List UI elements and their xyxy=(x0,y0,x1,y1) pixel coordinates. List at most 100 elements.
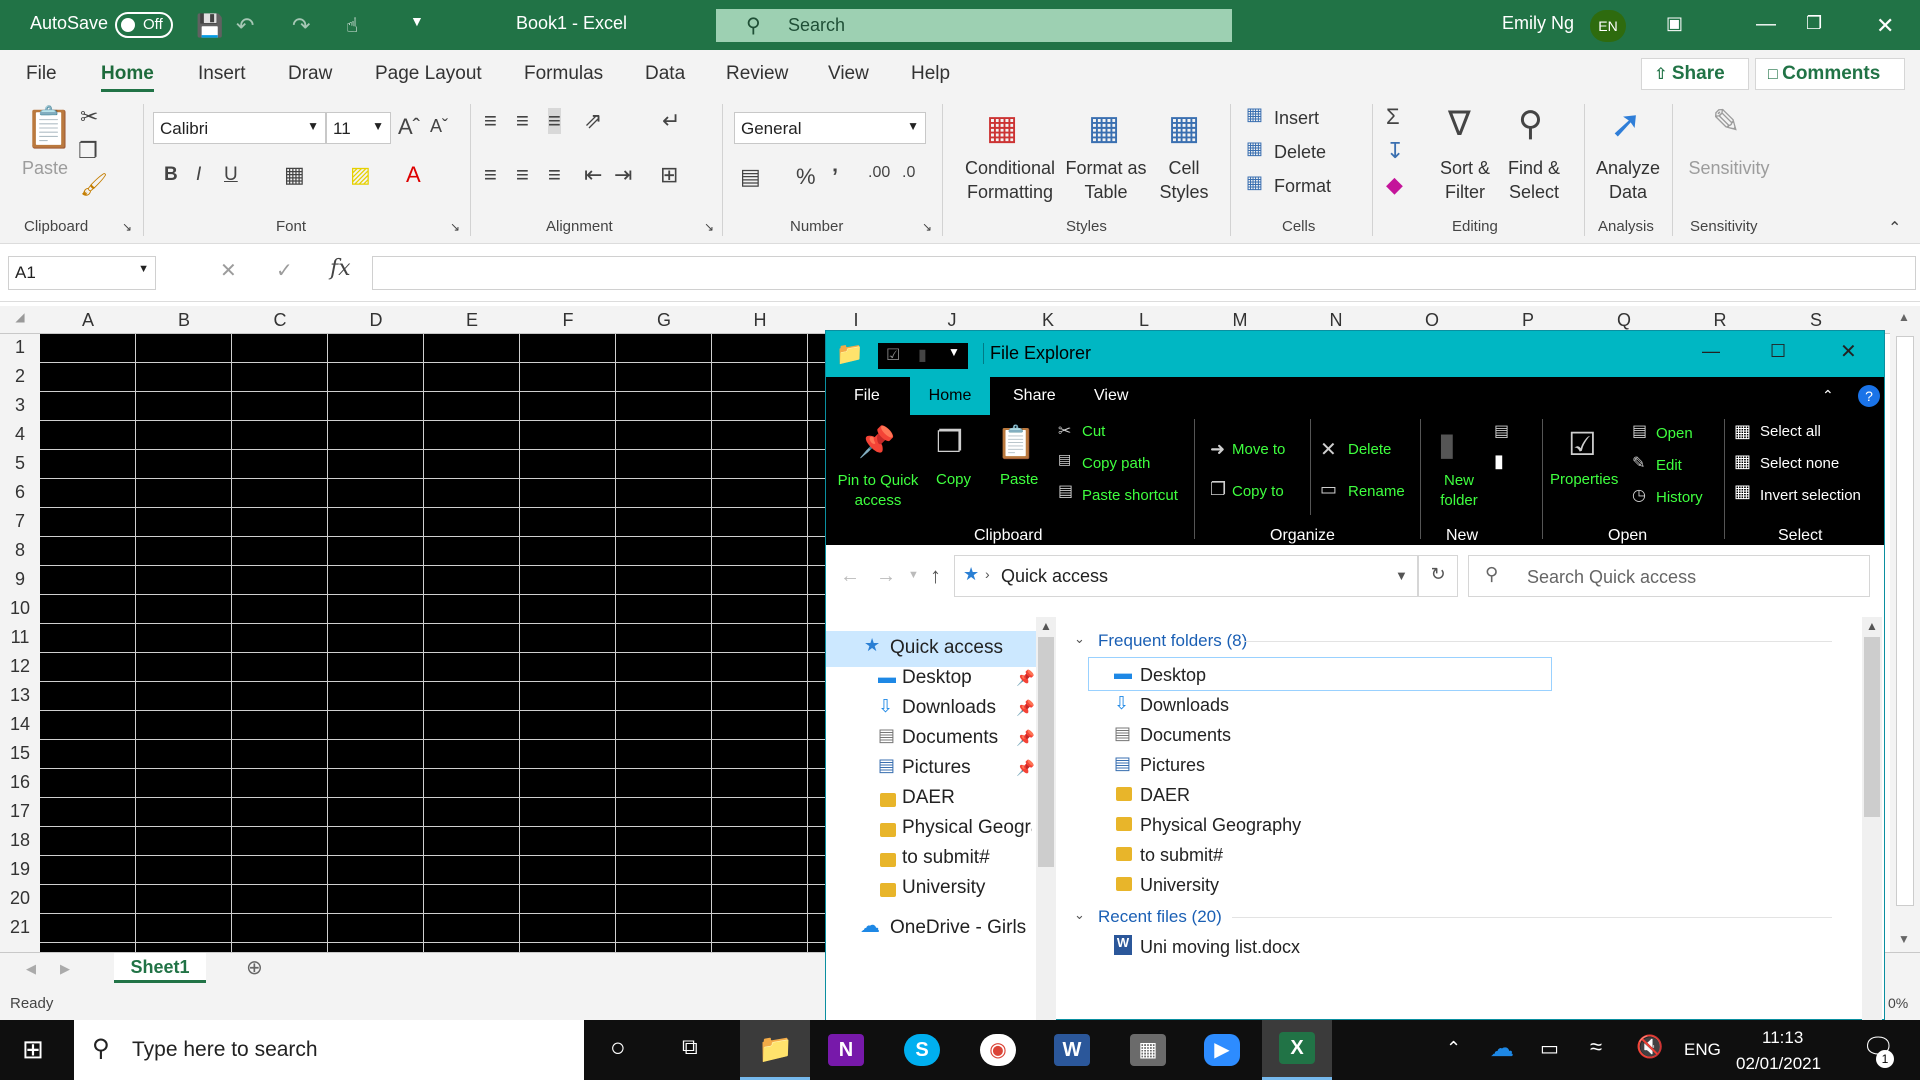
customize-qat-icon[interactable]: ▼ xyxy=(410,13,424,29)
comments-button[interactable]: □ Comments xyxy=(1755,58,1905,90)
tab-review[interactable]: Review xyxy=(726,63,788,85)
touch-mode-icon[interactable]: ☝ xyxy=(346,13,358,38)
copy-path-button[interactable]: Copy path xyxy=(1082,455,1150,472)
row-header[interactable]: 19 xyxy=(0,859,40,880)
rename-icon[interactable]: ▭ xyxy=(1320,479,1337,500)
align-right-icon[interactable]: ≡ xyxy=(548,162,561,188)
copy-path-icon[interactable]: ▤ xyxy=(1058,451,1071,468)
decrease-decimal-icon[interactable]: .0 xyxy=(902,164,915,182)
new-folder-button[interactable]: New folder xyxy=(1426,471,1492,511)
folder-item[interactable]: Downloads xyxy=(1140,695,1229,716)
row-header[interactable]: 13 xyxy=(0,685,40,706)
tab-view[interactable]: View xyxy=(828,63,869,85)
share-button[interactable]: ⇧ Share xyxy=(1641,58,1749,90)
decrease-indent-icon[interactable]: ⇤ xyxy=(584,162,602,188)
cut-button[interactable]: Cut xyxy=(1082,423,1105,440)
invert-selection-icon[interactable]: ▦ xyxy=(1734,481,1751,502)
forward-icon[interactable]: → xyxy=(876,565,896,588)
tab-home[interactable]: Home xyxy=(101,63,154,92)
up-icon[interactable]: ↑ xyxy=(930,563,941,589)
tab-file[interactable]: File xyxy=(26,63,57,85)
increase-decimal-icon[interactable]: .00 xyxy=(868,164,890,182)
maximize-icon[interactable]: ☐ xyxy=(1770,341,1786,362)
move-to-button[interactable]: Move to xyxy=(1232,441,1285,458)
italic-icon[interactable]: I xyxy=(196,164,201,186)
autosum-icon[interactable]: Σ xyxy=(1386,104,1400,130)
nav-quick-access[interactable]: Quick access xyxy=(890,637,1003,659)
row-header[interactable]: 1 xyxy=(0,337,40,358)
redo-icon[interactable]: ↷ xyxy=(292,13,310,39)
cortana-icon[interactable]: ○ xyxy=(610,1032,626,1063)
easy-access-icon[interactable]: ▮ xyxy=(1494,451,1504,472)
tab-formulas[interactable]: Formulas xyxy=(524,63,603,85)
cut-icon[interactable]: ✂ xyxy=(80,104,98,130)
analyze-data-icon[interactable]: ➚ xyxy=(1610,102,1642,147)
scroll-right-icon[interactable]: ▶ xyxy=(60,961,70,977)
top-align-icon[interactable]: ≡ xyxy=(484,108,497,134)
format-as-table-button[interactable]: Format as Table xyxy=(1064,156,1148,204)
onenote-icon[interactable]: N xyxy=(828,1034,864,1066)
formula-input[interactable] xyxy=(372,256,1916,290)
close-icon[interactable]: ✕ xyxy=(1840,339,1857,364)
column-header[interactable]: G xyxy=(616,310,712,331)
percent-icon[interactable]: % xyxy=(796,164,816,190)
scroll-up-icon[interactable]: ▲ xyxy=(1898,310,1910,324)
row-header[interactable]: 17 xyxy=(0,801,40,822)
cell-styles-icon[interactable]: ▦ xyxy=(1168,108,1200,148)
column-header[interactable]: H xyxy=(712,310,808,331)
skype-icon[interactable]: S xyxy=(904,1034,940,1066)
folder-item[interactable]: Pictures xyxy=(1140,755,1205,776)
tab-view[interactable]: View xyxy=(1094,387,1128,405)
content-scrollbar[interactable]: ▲ xyxy=(1862,617,1882,1021)
taskbar-file-explorer[interactable]: 📁 xyxy=(740,1020,810,1080)
name-box[interactable]: A1 ▼ xyxy=(8,256,156,290)
bottom-align-icon[interactable]: ≡ xyxy=(548,108,561,134)
row-header[interactable]: 20 xyxy=(0,888,40,909)
format-painter-icon[interactable]: 🖌 xyxy=(80,172,108,198)
folder-item[interactable]: Physical Geography xyxy=(1140,815,1301,836)
worksheet-grid[interactable] xyxy=(40,334,825,952)
font-name-box[interactable]: Calibri ▼ xyxy=(153,112,326,144)
merge-center-icon[interactable]: ⊞ xyxy=(660,162,678,188)
delete-icon[interactable]: ✕ xyxy=(1320,437,1337,462)
nav-onedrive[interactable]: OneDrive - Girls D xyxy=(890,917,1032,939)
properties-icon[interactable]: ☑ xyxy=(886,345,900,365)
taskbar-excel[interactable]: X xyxy=(1262,1020,1332,1080)
column-header[interactable]: Q xyxy=(1576,310,1672,331)
tab-help[interactable]: Help xyxy=(911,63,950,85)
frequent-folders-header[interactable]: Frequent folders (8) xyxy=(1098,631,1247,651)
onedrive-icon[interactable]: ☁ xyxy=(1490,1034,1514,1063)
delete-button[interactable]: Delete xyxy=(1348,441,1391,458)
comma-style-icon[interactable]: ’ xyxy=(832,164,838,190)
task-view-icon[interactable]: ⧉ xyxy=(682,1034,698,1060)
invert-selection-button[interactable]: Invert selection xyxy=(1760,487,1861,504)
new-folder-icon[interactable]: ▮ xyxy=(918,345,927,365)
sheet-tab[interactable]: Sheet1 xyxy=(114,953,206,983)
zoom-level[interactable]: 0% xyxy=(1888,995,1908,1011)
sort-filter-icon[interactable]: ∇ xyxy=(1448,104,1471,144)
row-header[interactable]: 16 xyxy=(0,772,40,793)
refresh-icon[interactable]: ↻ xyxy=(1418,555,1458,597)
delete-cells-icon[interactable]: ▦ xyxy=(1246,138,1263,159)
tab-insert[interactable]: Insert xyxy=(198,63,246,85)
language-indicator[interactable]: ENG xyxy=(1684,1040,1721,1060)
column-header[interactable]: R xyxy=(1672,310,1768,331)
column-header[interactable]: S xyxy=(1768,310,1864,331)
nav-item[interactable]: DAER xyxy=(902,787,955,809)
row-header[interactable]: 6 xyxy=(0,482,40,503)
paste-icon[interactable]: 📋 xyxy=(24,104,74,151)
dialog-launcher-icon[interactable]: ↘ xyxy=(704,220,714,234)
column-header[interactable]: C xyxy=(232,310,328,331)
sensitivity-icon[interactable]: ✎ xyxy=(1712,102,1741,142)
edit-button[interactable]: Edit xyxy=(1656,457,1682,474)
select-all-icon[interactable]: ▦ xyxy=(1734,421,1751,442)
scroll-thumb[interactable] xyxy=(1864,637,1880,817)
folder-item[interactable]: University xyxy=(1140,875,1219,896)
orientation-icon[interactable]: ⇗ xyxy=(584,108,602,134)
format-cells-button[interactable]: Format xyxy=(1274,174,1331,198)
select-none-icon[interactable]: ▦ xyxy=(1734,451,1751,472)
copy-button[interactable]: Copy xyxy=(936,471,971,488)
clock-date[interactable]: 02/01/2021 xyxy=(1736,1054,1821,1074)
column-header[interactable]: O xyxy=(1384,310,1480,331)
find-select-icon[interactable]: ⚲ xyxy=(1518,104,1543,144)
